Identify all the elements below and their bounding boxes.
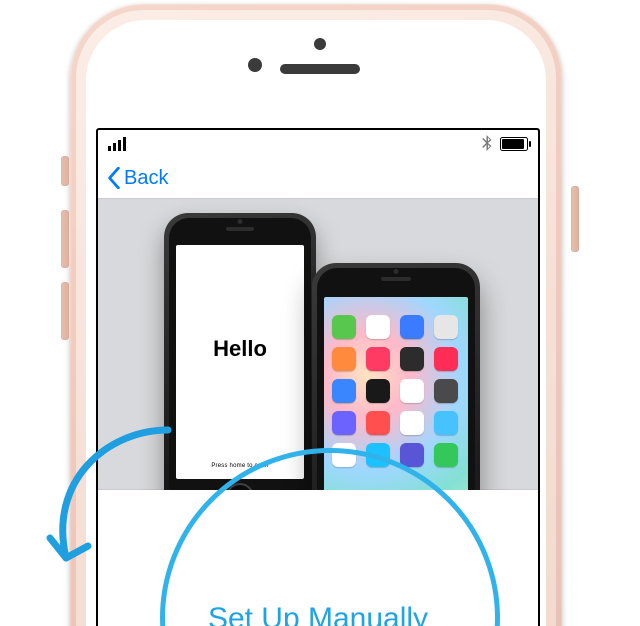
chevron-left-icon [106, 167, 122, 189]
illustration-phone-hello: Hello Press home to open [164, 213, 316, 519]
device-screen: Back Hello Press home to open [96, 128, 540, 626]
app-icon [332, 347, 356, 371]
app-icon [400, 379, 424, 403]
app-icon [400, 443, 424, 467]
earpiece-speaker [280, 64, 360, 74]
app-icon [366, 443, 390, 467]
back-label: Back [124, 167, 168, 190]
app-icon [434, 347, 458, 371]
app-grid [332, 315, 460, 467]
bluetooth-icon [482, 135, 492, 154]
nav-bar: Back [98, 158, 538, 198]
app-icon [400, 347, 424, 371]
app-icon [400, 411, 424, 435]
app-icon [434, 315, 458, 339]
hero-illustration: Hello Press home to open [98, 198, 538, 490]
battery-icon [500, 137, 528, 151]
back-button[interactable]: Back [106, 167, 168, 190]
app-icon [434, 379, 458, 403]
hello-text: Hello [213, 336, 267, 362]
app-icon [366, 315, 390, 339]
volume-up-button [61, 210, 69, 268]
app-icon [366, 379, 390, 403]
proximity-sensor [314, 38, 326, 50]
volume-down-button [61, 282, 69, 340]
app-icon [366, 347, 390, 371]
app-icon [332, 411, 356, 435]
app-icon [400, 315, 424, 339]
power-button [571, 186, 579, 252]
app-icon [434, 443, 458, 467]
front-camera [248, 58, 262, 72]
app-icon [366, 411, 390, 435]
app-icon [332, 379, 356, 403]
set-up-manually-link[interactable]: Set Up Manually [208, 602, 428, 626]
mute-switch [61, 156, 69, 186]
app-icon [434, 411, 458, 435]
status-bar [98, 130, 538, 158]
app-icon [332, 443, 356, 467]
app-icon [332, 315, 356, 339]
cellular-signal-icon [108, 137, 126, 151]
bottom-area: Set Up Manually [98, 490, 538, 626]
press-home-hint: Press home to open [211, 463, 268, 469]
